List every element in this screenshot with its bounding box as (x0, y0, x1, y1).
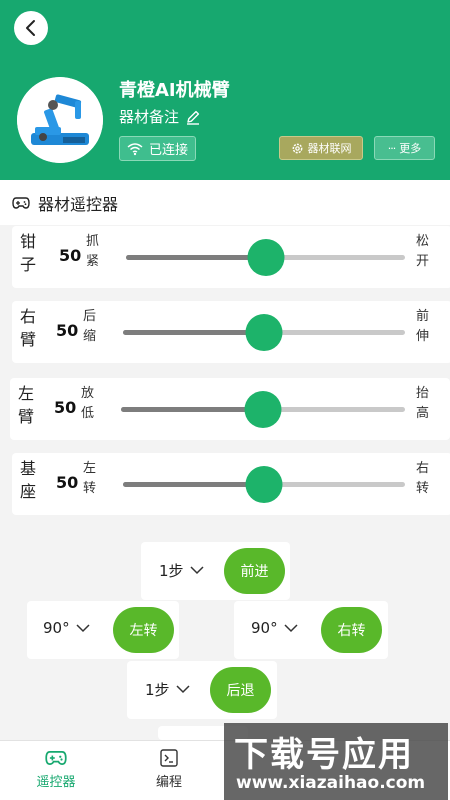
backward-control: 1步 后退 (127, 661, 277, 719)
forward-step-select[interactable]: 1步 (159, 560, 204, 581)
device-title: 青橙AI机械臂 (119, 80, 230, 101)
slider-name: 右臂 (20, 307, 37, 349)
slider-thumb[interactable] (245, 314, 283, 351)
watermark-url: www.xiazaihao.com (236, 773, 426, 793)
section-title-label: 器材遥控器 (38, 194, 119, 214)
slider-min-label: 抓紧 (86, 234, 100, 269)
forward-control: 1步 前进 (141, 542, 290, 600)
slider-name: 基座 (20, 459, 37, 501)
gear-icon (292, 143, 302, 153)
turn-left-control: 90° 左转 (27, 601, 179, 659)
more-dots-icon: ··· (387, 141, 396, 155)
slider-value: 50 (59, 246, 82, 265)
connection-status-label: 已连接 (148, 143, 188, 158)
device-network-button[interactable]: 器材联网 (279, 136, 363, 160)
slider-track[interactable] (123, 314, 405, 351)
nav-item-label: 编程 (155, 775, 182, 790)
slider-min-label: 左转 (83, 461, 97, 496)
slider-thumb[interactable] (245, 466, 283, 503)
gamepad-icon (45, 751, 67, 765)
device-header: 青橙AI机械臂 器材备注 已连接 器材联网 ··· 更多 (0, 0, 450, 180)
slider-max-label: 抬高 (416, 386, 430, 421)
nav-item-remote[interactable]: 遥控器 (21, 749, 91, 790)
slider-name: 钳子 (20, 232, 37, 274)
slider-value: 50 (54, 398, 77, 417)
slider-card-base: 基座 50 左转 右转 (12, 453, 450, 515)
backward-step-select[interactable]: 1步 (145, 679, 190, 700)
slider-track[interactable] (123, 466, 405, 503)
slider-value: 50 (56, 473, 79, 492)
device-network-label: 器材联网 (307, 142, 352, 155)
chevron-left-icon (26, 20, 35, 36)
chevron-down-icon (76, 623, 90, 632)
robot-arm-image (17, 77, 103, 163)
slider-fill (123, 330, 264, 335)
backward-step-value: 1步 (145, 681, 170, 699)
turn-left-angle-select[interactable]: 90° (43, 619, 90, 637)
slider-max-label: 松开 (416, 234, 430, 269)
site-watermark: 下载号应用 www.xiazaihao.com (224, 723, 448, 800)
gamepad-icon (12, 196, 30, 209)
slider-card-right-arm: 右臂 50 后缩 前伸 (12, 301, 450, 363)
slider-thumb[interactable] (244, 391, 282, 428)
nav-item-programming[interactable]: 编程 (134, 749, 204, 790)
slider-track[interactable] (121, 391, 405, 428)
slider-max-label: 前伸 (416, 309, 430, 344)
more-button[interactable]: ··· 更多 (374, 136, 435, 160)
backward-button[interactable]: 后退 (210, 667, 271, 713)
turn-left-angle-value: 90° (43, 619, 70, 637)
slider-min-label: 放低 (81, 386, 95, 421)
slider-name: 左臂 (18, 384, 35, 426)
slider-card-gripper: 钳子 50 抓紧 松开 (12, 226, 450, 288)
edit-icon[interactable] (185, 109, 201, 125)
chevron-down-icon (176, 685, 190, 694)
turn-right-button[interactable]: 右转 (321, 607, 382, 653)
device-note[interactable]: 器材备注 (119, 106, 201, 127)
turn-right-angle-value: 90° (251, 619, 278, 637)
slider-thumb[interactable] (247, 239, 284, 276)
slider-card-left-arm: 左臂 50 放低 抬高 (10, 378, 450, 440)
slider-value: 50 (56, 321, 79, 340)
slider-min-label: 后缩 (83, 309, 97, 344)
turn-right-angle-select[interactable]: 90° (251, 619, 298, 637)
terminal-icon (160, 749, 178, 767)
watermark-title: 下载号应用 (234, 735, 414, 775)
chevron-down-icon (190, 566, 204, 575)
chevron-down-icon (284, 623, 298, 632)
nav-item-label: 遥控器 (36, 775, 76, 790)
wifi-icon (127, 142, 143, 155)
device-note-label: 器材备注 (119, 108, 180, 126)
turn-right-control: 90° 右转 (234, 601, 388, 659)
slider-fill (121, 407, 263, 412)
turn-left-button[interactable]: 左转 (113, 607, 174, 653)
forward-button[interactable]: 前进 (224, 548, 285, 594)
more-label: 更多 (399, 142, 422, 155)
remote-control-section-title: 器材遥控器 (0, 180, 450, 225)
back-button[interactable] (14, 11, 48, 45)
slider-fill (123, 482, 264, 487)
slider-max-label: 右转 (416, 461, 430, 496)
connection-status-badge: 已连接 (119, 136, 196, 161)
slider-track[interactable] (126, 239, 405, 276)
slider-fill (126, 255, 266, 260)
forward-step-value: 1步 (159, 562, 184, 580)
